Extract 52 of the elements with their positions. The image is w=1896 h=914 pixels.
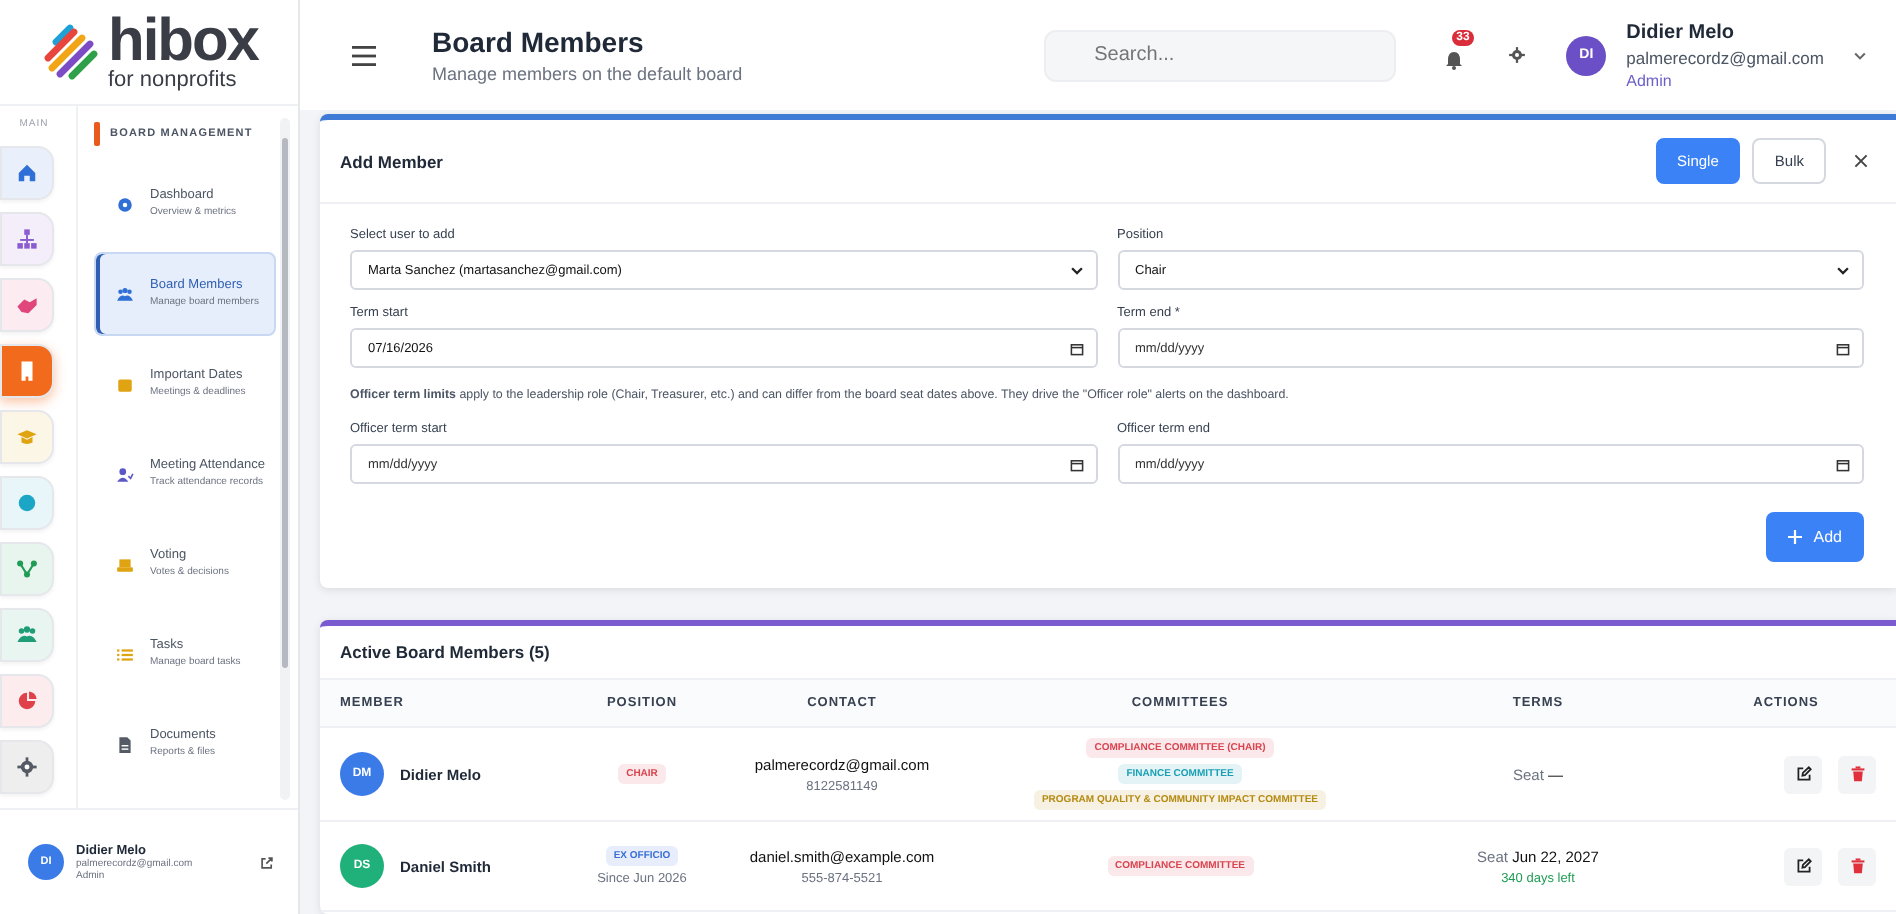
edit-button[interactable] (1784, 847, 1822, 885)
page-title: Board Members (432, 26, 646, 58)
delete-button[interactable] (1838, 755, 1876, 793)
network-icon (16, 558, 38, 580)
search-field[interactable]: Search... (1044, 29, 1397, 81)
add-button[interactable]: Add (1765, 512, 1864, 562)
menu-icon[interactable] (352, 45, 376, 65)
page-subtitle: Manage members on the default board (432, 64, 745, 84)
user-name: Didier Melo (1626, 21, 1737, 43)
rail-button[interactable] (0, 278, 54, 332)
graduation-cap-icon (16, 426, 38, 448)
delete-button[interactable] (1838, 847, 1876, 885)
close-icon[interactable] (1854, 154, 1868, 168)
person-check-icon (116, 465, 134, 483)
rail-button[interactable] (0, 740, 54, 794)
user-email: palmerecordz@gmail.com (1626, 47, 1824, 67)
gauge-icon (116, 195, 134, 213)
group-icon (16, 624, 38, 646)
external-link-icon[interactable] (260, 855, 274, 869)
document-icon (116, 735, 134, 753)
rail-button[interactable] (0, 344, 54, 398)
edit-icon (1795, 766, 1811, 782)
user-role: Admin (1626, 71, 1674, 89)
group-icon (116, 285, 134, 303)
settings-icon (16, 756, 38, 778)
rail-button[interactable] (0, 542, 54, 596)
logo-icon (40, 22, 100, 82)
org-chart-icon (16, 228, 38, 250)
scrollbar[interactable] (280, 118, 290, 800)
logo-tagline: for nonprofits (108, 70, 239, 92)
circle-icon (16, 492, 38, 514)
rail-button[interactable] (0, 608, 54, 662)
plus-icon (1787, 530, 1802, 544)
trash-icon (1849, 766, 1865, 782)
chevron-down-icon[interactable] (1852, 47, 1868, 63)
chevron-down-icon (1836, 263, 1850, 277)
card-title: Add Member (340, 151, 445, 171)
building-icon (16, 360, 38, 382)
rail-button[interactable] (0, 146, 54, 200)
edit-icon (1795, 858, 1811, 874)
settings-icon[interactable] (1508, 46, 1527, 64)
logo-wordmark: hibox (108, 12, 258, 72)
rail-button[interactable] (0, 674, 54, 728)
trash-icon (1849, 858, 1865, 874)
rail-button[interactable] (0, 476, 54, 530)
edit-button[interactable] (1784, 755, 1822, 793)
home-icon (16, 162, 38, 184)
chevron-down-icon (1069, 263, 1083, 277)
bell-icon[interactable] (1444, 49, 1465, 69)
list-icon (116, 645, 134, 663)
pie-chart-icon (16, 690, 38, 712)
rail-button[interactable] (0, 212, 54, 266)
